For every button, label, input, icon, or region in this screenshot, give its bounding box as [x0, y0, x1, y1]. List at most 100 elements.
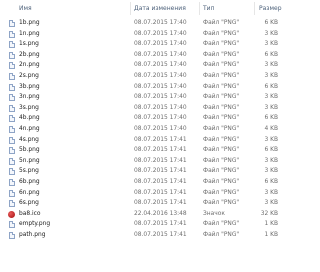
file-row[interactable]: 5n.png 08.07.2015 17:41 Файл "PNG" 3 KB: [0, 156, 300, 167]
column-divider[interactable]: [199, 2, 200, 15]
file-date: 08.07.2015 17:40: [134, 41, 187, 48]
file-name: 3b.png: [19, 83, 40, 90]
file-size: 3 KB: [264, 168, 278, 175]
file-size: 3 KB: [264, 41, 278, 48]
file-type: Файл "PNG": [203, 104, 240, 111]
file-date: 08.07.2015 17:40: [134, 20, 187, 26]
file-date: 08.07.2015 17:40: [134, 104, 187, 111]
file-row[interactable]: 3s.png 08.07.2015 17:40 Файл "PNG" 3 KB: [0, 103, 300, 114]
file-row[interactable]: 5b.png 08.07.2015 17:41 Файл "PNG" 6 KB: [0, 145, 300, 156]
file-size: 6 KB: [264, 179, 278, 185]
file-size: 1 KB: [264, 232, 278, 238]
file-name: 1b.png: [19, 20, 40, 26]
file-date: 08.07.2015 17:41: [134, 232, 187, 238]
file-type: Файл "PNG": [203, 41, 240, 48]
file-type: Файл "PNG": [203, 179, 240, 185]
file-name: 6b.png: [19, 179, 40, 185]
file-type: Файл "PNG": [203, 94, 240, 101]
column-divider[interactable]: [254, 2, 255, 15]
file-date: 08.07.2015 17:40: [134, 115, 187, 122]
file-size: 3 KB: [264, 200, 278, 207]
file-date: 08.07.2015 17:40: [134, 73, 187, 79]
column-header-size[interactable]: Размер: [259, 5, 282, 12]
file-date: 08.07.2015 17:40: [134, 51, 187, 58]
file-name: 1n.png: [19, 30, 40, 37]
file-row[interactable]: 2s.png 08.07.2015 17:40 Файл "PNG" 3 KB: [0, 71, 300, 82]
file-name: empty.png: [19, 221, 51, 228]
file-row[interactable]: 1b.png 08.07.2015 17:40 Файл "PNG" 6 KB: [0, 18, 300, 29]
png-file-icon: [9, 126, 15, 133]
file-name: 4b.png: [19, 115, 40, 122]
png-file-icon: [9, 232, 15, 239]
png-file-icon: [9, 73, 15, 80]
file-type: Файл "PNG": [203, 20, 240, 26]
file-date: 08.07.2015 17:40: [134, 94, 187, 101]
file-type: Файл "PNG": [203, 189, 240, 196]
column-header-type[interactable]: Тип: [203, 5, 215, 12]
png-file-icon: [9, 51, 15, 59]
file-row[interactable]: 4s.png 08.07.2015 17:41 Файл "PNG" 3 KB: [0, 135, 300, 146]
png-file-icon: [9, 168, 15, 176]
png-file-icon: [9, 147, 15, 155]
file-size: 3 KB: [264, 30, 278, 37]
file-name: 2s.png: [19, 73, 39, 79]
file-name: 2n.png: [19, 62, 40, 69]
file-type: Файл "PNG": [203, 62, 240, 69]
png-file-icon: [9, 94, 15, 102]
file-row[interactable]: empty.png 08.07.2015 17:41 Файл "PNG" 1 KB: [0, 219, 300, 230]
file-row[interactable]: 3b.png 08.07.2015 17:40 Файл "PNG" 6 KB: [0, 82, 300, 93]
file-row[interactable]: 2n.png 08.07.2015 17:40 Файл "PNG" 3 KB: [0, 60, 300, 71]
file-size: 3 KB: [264, 94, 278, 101]
file-name: 4s.png: [19, 136, 39, 143]
file-row[interactable]: 6s.png 08.07.2015 17:41 Файл "PNG" 3 KB: [0, 198, 300, 209]
file-row[interactable]: 3n.png 08.07.2015 17:40 Файл "PNG" 3 KB: [0, 92, 300, 103]
file-name: 3s.png: [19, 104, 39, 111]
file-row[interactable]: 2b.png 08.07.2015 17:40 Файл "PNG" 6 KB: [0, 50, 300, 61]
column-divider[interactable]: [130, 2, 131, 15]
file-row[interactable]: ba8.ico 22.04.2016 13:48 Значок 32 KB: [0, 209, 300, 220]
file-size: 6 KB: [264, 147, 278, 154]
file-type: Файл "PNG": [203, 73, 240, 79]
file-size: 3 KB: [264, 136, 278, 143]
png-file-icon: [9, 62, 15, 70]
file-size: 6 KB: [264, 115, 278, 122]
file-row[interactable]: 5s.png 08.07.2015 17:41 Файл "PNG" 3 KB: [0, 166, 300, 177]
file-type: Файл "PNG": [203, 157, 240, 164]
column-header-name[interactable]: Имя: [19, 5, 32, 12]
file-type: Файл "PNG": [203, 232, 240, 238]
file-type: Файл "PNG": [203, 136, 240, 143]
file-date: 08.07.2015 17:40: [134, 126, 187, 132]
file-row[interactable]: 6b.png 08.07.2015 17:41 Файл "PNG" 6 KB: [0, 177, 300, 188]
file-row[interactable]: path.png 08.07.2015 17:41 Файл "PNG" 1 KB: [0, 230, 300, 241]
file-row[interactable]: 1n.png 08.07.2015 17:40 Файл "PNG" 3 KB: [0, 29, 300, 40]
file-date: 08.07.2015 17:41: [134, 189, 187, 196]
file-type: Файл "PNG": [203, 126, 240, 132]
file-name: ba8.ico: [19, 210, 41, 217]
file-type: Файл "PNG": [203, 83, 240, 90]
file-date: 08.07.2015 17:40: [134, 83, 187, 90]
file-name: 2b.png: [19, 51, 40, 58]
file-type: Файл "PNG": [203, 168, 240, 175]
file-size: 6 KB: [264, 83, 278, 90]
file-name: path.png: [19, 232, 46, 238]
file-row[interactable]: 4b.png 08.07.2015 17:40 Файл "PNG" 6 KB: [0, 113, 300, 124]
file-size: 3 KB: [264, 73, 278, 79]
file-date: 08.07.2015 17:41: [134, 200, 187, 207]
file-date: 08.07.2015 17:41: [134, 147, 187, 154]
file-name: 4n.png: [19, 126, 40, 132]
file-name: 3n.png: [19, 94, 40, 101]
file-row[interactable]: 6n.png 08.07.2015 17:41 Файл "PNG" 3 KB: [0, 188, 300, 199]
png-file-icon: [9, 20, 15, 27]
png-file-icon: [9, 115, 15, 123]
png-file-icon: [9, 179, 15, 186]
file-size: 6 KB: [264, 51, 278, 58]
file-size: 1 KB: [264, 221, 278, 228]
file-row[interactable]: 4n.png 08.07.2015 17:40 Файл "PNG" 4 KB: [0, 124, 300, 135]
file-size: 3 KB: [264, 104, 278, 111]
vertical-scrollbar[interactable]: [294, 16, 300, 272]
file-row[interactable]: 1s.png 08.07.2015 17:40 Файл "PNG" 3 KB: [0, 39, 300, 50]
file-type: Файл "PNG": [203, 221, 240, 228]
file-date: 08.07.2015 17:41: [134, 221, 187, 228]
column-header-date[interactable]: Дата изменения: [134, 5, 186, 12]
file-name: 6n.png: [19, 189, 40, 196]
